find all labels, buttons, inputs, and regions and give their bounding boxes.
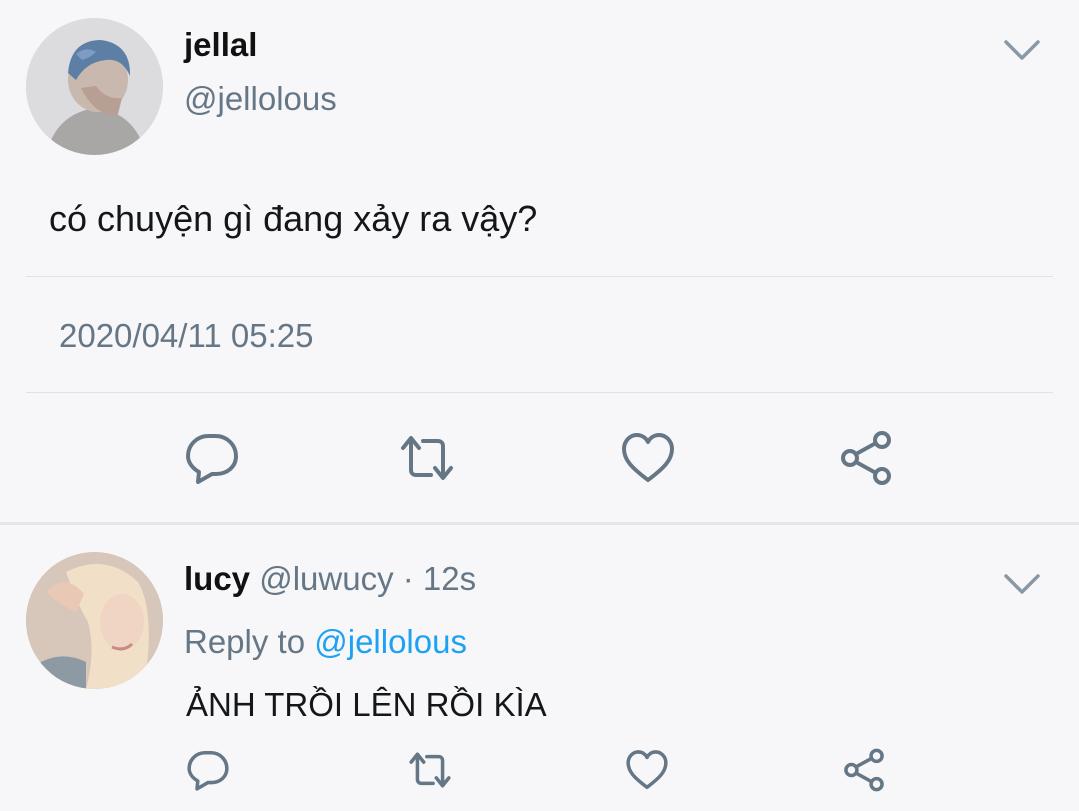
section-divider <box>0 522 1079 525</box>
share-icon[interactable] <box>842 748 886 792</box>
share-icon[interactable] <box>838 430 894 486</box>
like-icon[interactable] <box>620 430 676 486</box>
reply-author-name[interactable]: lucy <box>184 560 250 597</box>
divider <box>26 392 1053 393</box>
reply-header: lucy @luwucy · 12s <box>184 560 476 598</box>
reply-icon[interactable] <box>186 748 230 792</box>
chevron-down-icon[interactable] <box>1002 38 1042 62</box>
reply-to-handle-link[interactable]: @jellolous <box>314 623 467 660</box>
author-name[interactable]: jellal <box>184 26 257 64</box>
meta-separator: · <box>393 560 423 597</box>
tweet-timestamp: 2020/04/11 05:25 <box>59 317 314 354</box>
reply-to-label: Reply to <box>184 623 315 660</box>
reply-tweet-text: ẢNH TRỒI LÊN RỒI KÌA <box>186 686 547 723</box>
reply-author-handle[interactable]: @luwucy <box>259 560 393 597</box>
tweet-text: có chuyện gì đang xảy ra vậy? <box>49 198 538 239</box>
reply-to-line: Reply to @jellolous <box>184 623 467 661</box>
reply-time-ago: 12s <box>422 560 477 597</box>
chevron-down-icon[interactable] <box>1002 572 1042 596</box>
author-handle[interactable]: @jellolous <box>184 80 337 118</box>
like-icon[interactable] <box>625 748 669 792</box>
reply-author-avatar[interactable] <box>26 552 163 689</box>
reply-icon[interactable] <box>184 430 240 486</box>
author-avatar[interactable] <box>26 18 163 155</box>
retweet-icon[interactable] <box>408 748 452 792</box>
retweet-icon[interactable] <box>399 430 455 486</box>
divider <box>26 276 1053 277</box>
